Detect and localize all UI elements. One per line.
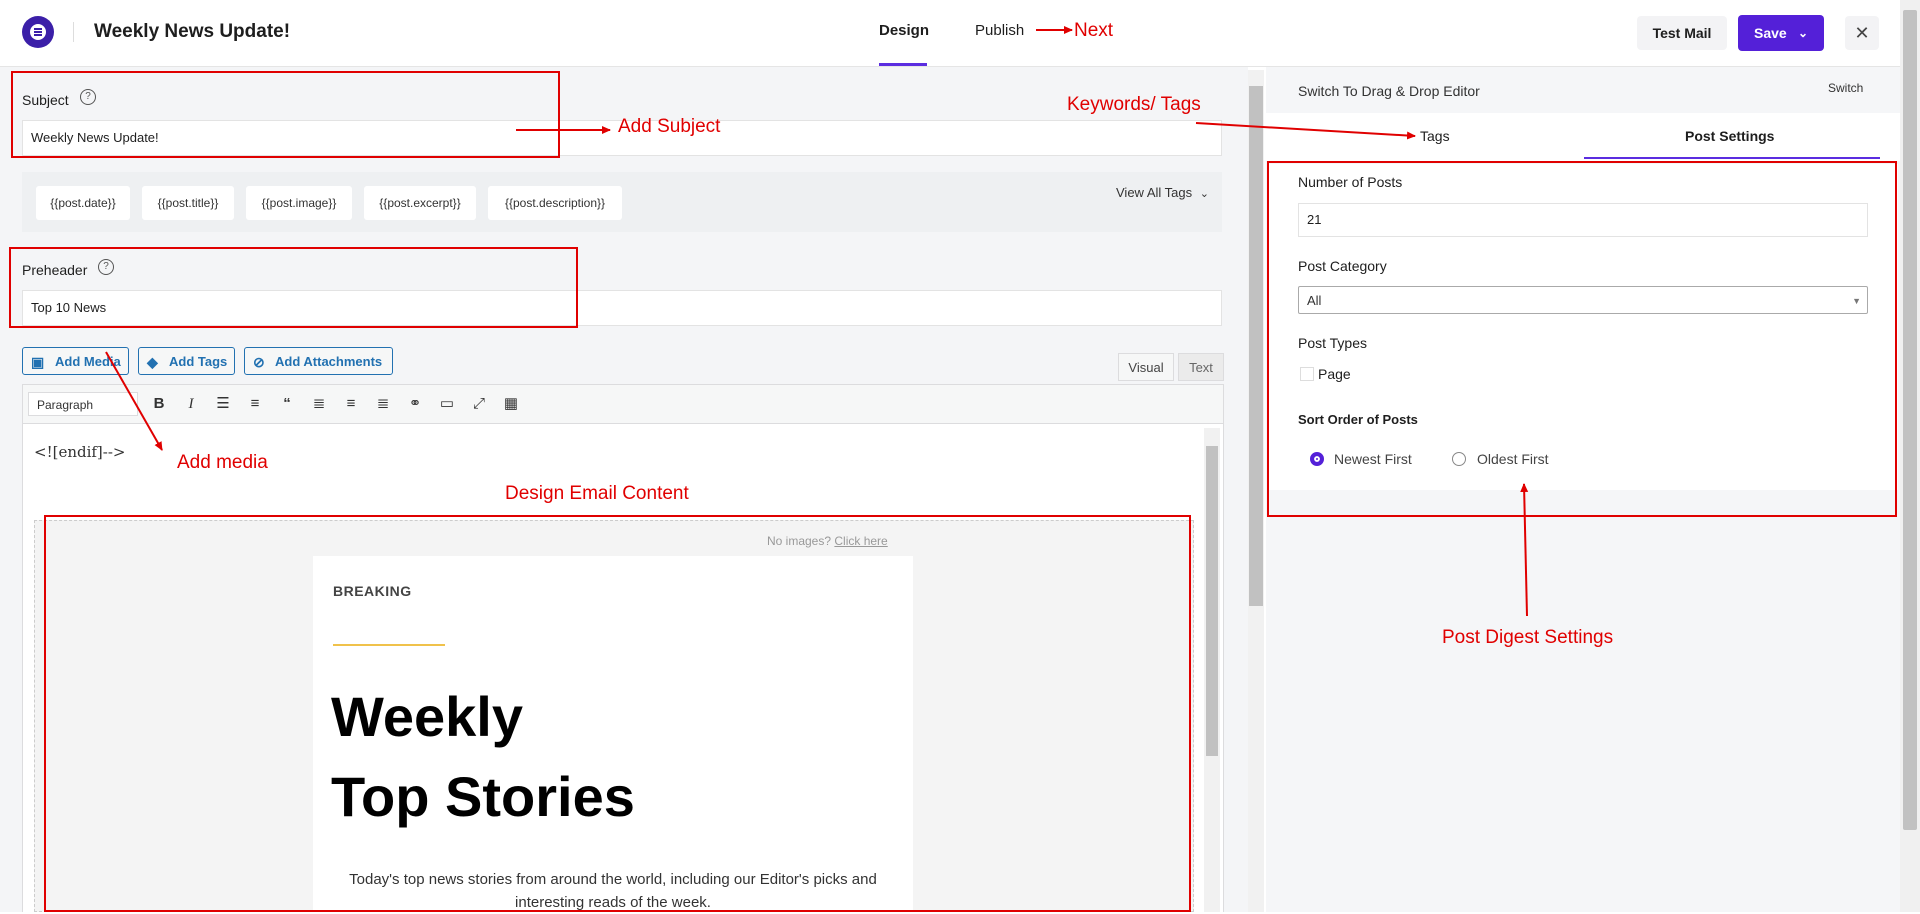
add-tags-label: Add Tags [169, 354, 228, 369]
save-button-label: Save [1754, 25, 1787, 41]
add-media-button[interactable]: ▣ Add Media [22, 347, 129, 375]
divider [73, 22, 74, 42]
active-tab-indicator [1584, 157, 1880, 159]
chevron-down-icon: ⌄ [1798, 26, 1809, 40]
add-attachments-button[interactable]: ⊘ Add Attachments [244, 347, 393, 375]
annotation-keywords-tags: Keywords/ Tags [1067, 94, 1201, 115]
chevron-down-icon: ⌄ [1199, 188, 1209, 200]
tab-text[interactable]: Text [1178, 353, 1224, 381]
save-button[interactable]: Save ⌄ [1738, 15, 1824, 51]
format-select[interactable]: Paragraph [28, 392, 138, 416]
tab-visual[interactable]: Visual [1118, 353, 1174, 381]
tag-chip[interactable]: {{post.description}} [488, 186, 622, 220]
tag-chip[interactable]: {{post.excerpt}} [364, 186, 476, 220]
annotation-add-subject: Add Subject [618, 116, 721, 137]
paperclip-icon: ⊘ [253, 354, 265, 370]
read-more-icon[interactable]: ▭ [437, 394, 457, 414]
annotation-box-post-settings [1267, 161, 1897, 517]
italic-icon[interactable]: I [181, 394, 201, 414]
tab-publish[interactable]: Publish [975, 22, 1024, 39]
annotation-design-email-content: Design Email Content [505, 483, 689, 504]
blockquote-icon[interactable]: “ [277, 394, 297, 414]
panel-scrollbar-thumb[interactable] [1249, 86, 1263, 606]
active-tab-indicator [879, 63, 927, 66]
toolbar-toggle-icon[interactable]: ▦ [501, 394, 521, 414]
annotation-next: Next [1074, 20, 1114, 41]
add-tags-button[interactable]: ◆ Add Tags [138, 347, 235, 375]
tab-design[interactable]: Design [879, 22, 929, 39]
annotation-box-email-content [44, 515, 1191, 912]
align-center-icon[interactable]: ≡ [341, 394, 361, 414]
settings-tabs [1266, 113, 1900, 161]
view-all-tags-button[interactable]: View All Tags ⌄ [1116, 185, 1209, 200]
merge-tags-bar: {{post.date}} {{post.title}} {{post.imag… [22, 172, 1222, 232]
tag-chip[interactable]: {{post.date}} [36, 186, 130, 220]
add-attachments-label: Add Attachments [275, 354, 383, 369]
annotation-add-media: Add media [177, 452, 268, 473]
editor-scrollbar-thumb[interactable] [1206, 446, 1218, 756]
test-mail-button[interactable]: Test Mail [1637, 16, 1727, 50]
view-all-tags-label: View All Tags [1116, 185, 1193, 200]
switch-editor-label: Switch To Drag & Drop Editor [1298, 83, 1480, 99]
page-title: Weekly News Update! [94, 21, 291, 42]
tab-post-settings[interactable]: Post Settings [1685, 128, 1774, 144]
switch-button[interactable]: Switch [1828, 81, 1863, 95]
window-scrollbar-thumb[interactable] [1903, 10, 1917, 830]
close-button[interactable]: ✕ [1845, 16, 1879, 50]
annotation-post-digest-settings: Post Digest Settings [1442, 627, 1614, 648]
bullet-list-icon[interactable]: ☰ [213, 394, 233, 414]
editor-toolbar [22, 384, 1224, 424]
editor-code-text: <![endif]--> [34, 443, 126, 461]
bold-icon[interactable]: B [149, 394, 169, 414]
tag-chip[interactable]: {{post.image}} [246, 186, 352, 220]
tag-icon: ◆ [147, 354, 158, 370]
annotation-box-preheader [9, 247, 578, 328]
tag-chip[interactable]: {{post.title}} [142, 186, 234, 220]
align-right-icon[interactable]: ≣ [373, 394, 393, 414]
align-left-icon[interactable]: ≣ [309, 394, 329, 414]
numbered-list-icon[interactable]: ≡ [245, 394, 265, 414]
app-logo-icon[interactable] [22, 16, 54, 48]
media-icon: ▣ [31, 354, 45, 370]
annotation-box-subject [11, 71, 560, 158]
tab-tags[interactable]: Tags [1420, 128, 1450, 144]
add-media-label: Add Media [55, 354, 121, 369]
fullscreen-icon[interactable]: ⤢ [469, 394, 489, 414]
link-icon[interactable]: ⚭ [405, 394, 425, 414]
